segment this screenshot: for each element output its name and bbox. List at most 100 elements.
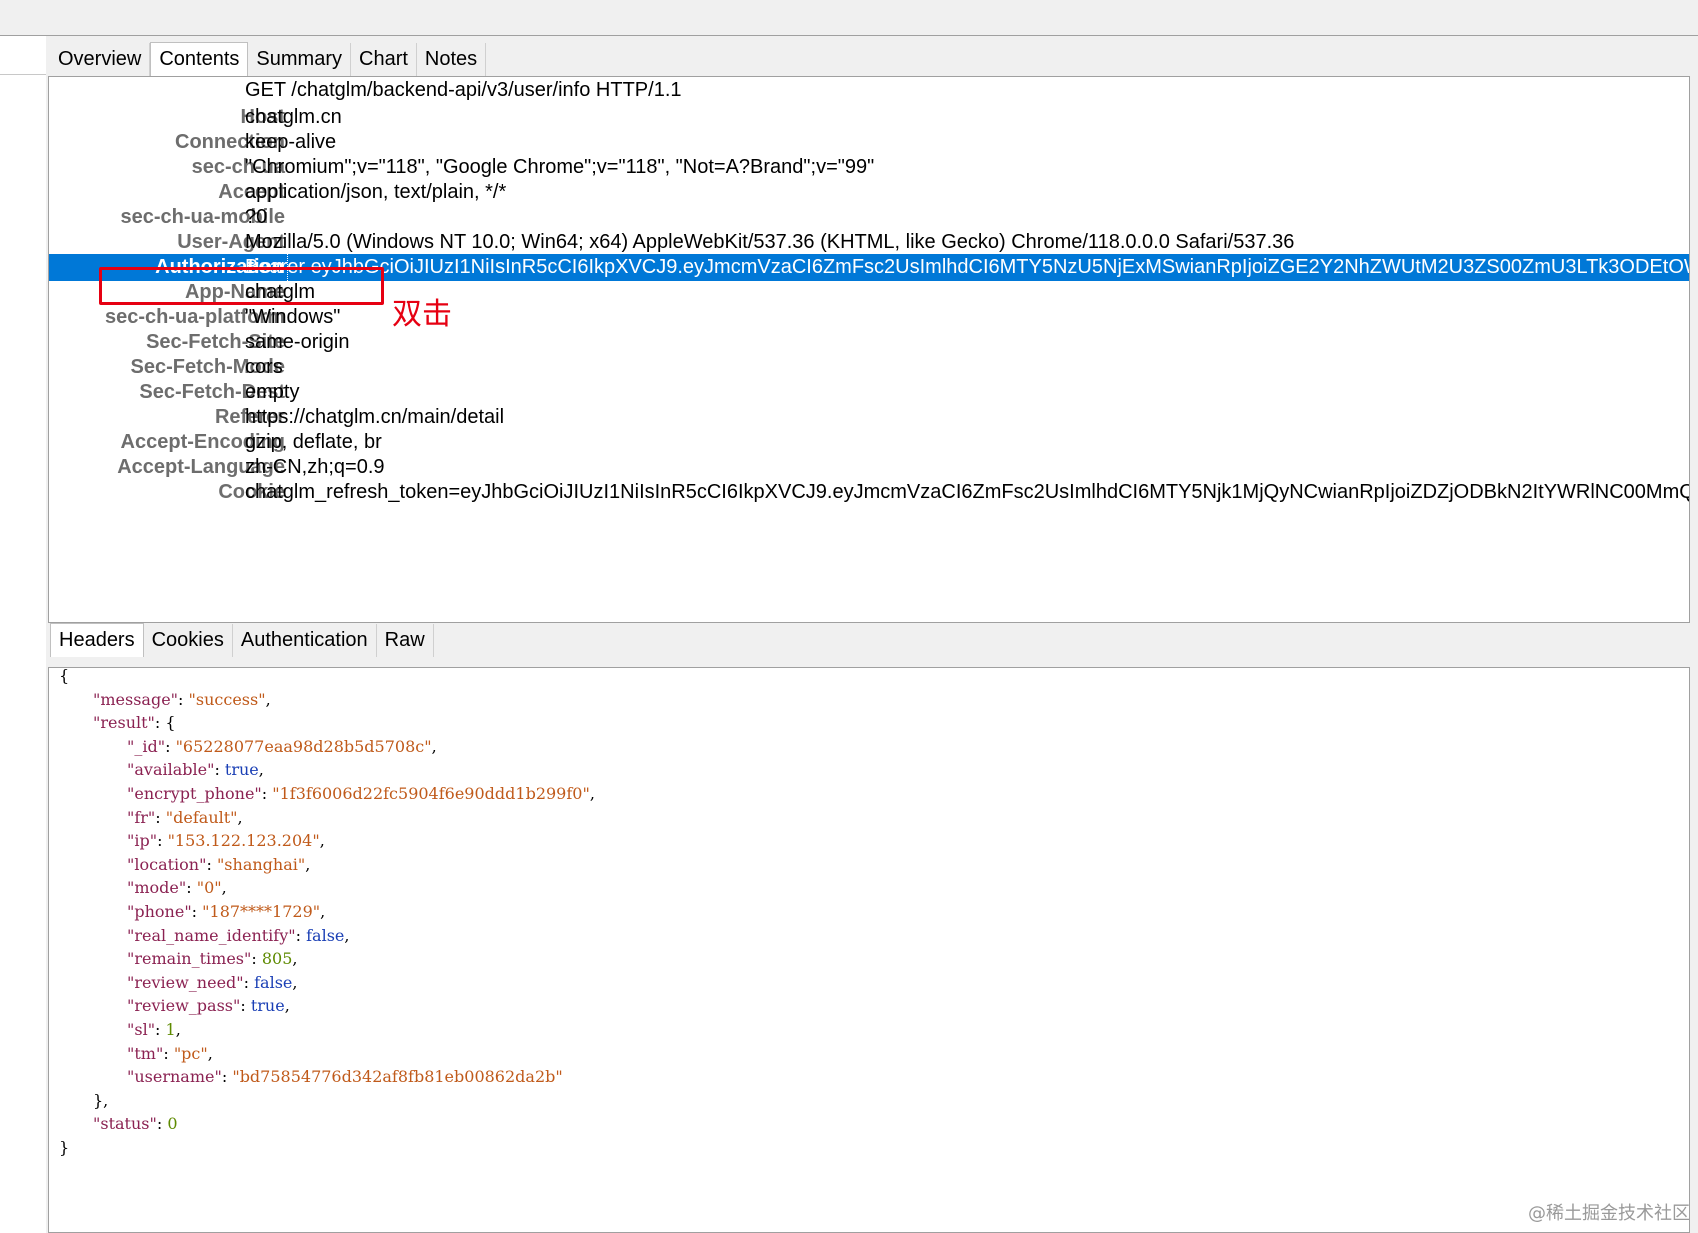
header-value: "Windows": [245, 306, 341, 328]
header-value: application/json, text/plain, */*: [245, 181, 507, 203]
request-headers-panel: GET /chatglm/backend-api/v3/user/info HT…: [48, 76, 1690, 623]
header-value: same-origin: [245, 331, 350, 353]
json-punct: :: [155, 807, 166, 827]
json-punct: :: [155, 1020, 166, 1039]
header-value: chatglm_refresh_token=eyJhbGciOiJIUzI1Ni…: [245, 481, 1690, 503]
header-row-connection[interactable]: Connection keep-alive: [49, 129, 1689, 156]
json-line: "username": "bd75854776d342af8fb81eb0086…: [127, 1064, 563, 1089]
json-punct: :: [295, 925, 307, 945]
json-key: "username": [127, 1067, 222, 1087]
header-row-sec-fetch-mode[interactable]: Sec-Fetch-Mode cors: [49, 354, 1689, 381]
json-line: {: [59, 667, 70, 688]
json-line: "fr": "default",: [127, 805, 243, 830]
json-punct: :: [251, 949, 262, 969]
json-key: "result": [93, 713, 155, 733]
header-row-referer[interactable]: Referer https://chatglm.cn/main/detail: [49, 404, 1689, 431]
json-punct: :: [261, 784, 273, 803]
json-punct: },: [93, 1090, 109, 1110]
request-line-row: GET /chatglm/backend-api/v3/user/info HT…: [49, 77, 1689, 104]
json-punct: ,: [305, 854, 311, 874]
response-json-panel: {"message": "success", "result": {"_id": …: [48, 667, 1690, 1233]
json-value: false: [254, 972, 293, 992]
header-row-cookie[interactable]: Cookie chatglm_refresh_token=eyJhbGciOiJI…: [49, 479, 1689, 506]
json-punct: :: [165, 736, 176, 756]
subtab-authentication[interactable]: Authentication: [232, 624, 377, 657]
request-subtabs: Headers Cookies Authentication Raw: [50, 623, 434, 657]
header-row-accept-language[interactable]: Accept-Language zh-CN,zh;q=0.9: [49, 454, 1689, 481]
json-key: "location": [127, 854, 207, 874]
json-key: "ip": [127, 831, 158, 851]
json-punct: : {: [154, 713, 176, 733]
header-row-sec-fetch-dest[interactable]: Sec-Fetch-Dest empty: [49, 379, 1689, 406]
json-line: "message": "success",: [93, 687, 271, 712]
json-punct: ,: [175, 1020, 181, 1039]
json-value: "65228077eaa98d28b5d5708c": [175, 736, 432, 756]
json-line: "mode": "0",: [127, 875, 227, 900]
json-value: "187****1729": [202, 902, 321, 921]
json-key: "sl": [127, 1020, 156, 1039]
json-key: "tm": [127, 1043, 164, 1063]
header-row-sec-ch-ua[interactable]: sec-ch-ua "Chromium";v="118", "Google Chr…: [49, 154, 1689, 181]
json-punct: ,: [344, 925, 350, 945]
header-row-user-agent[interactable]: User-Agent Mozilla/5.0 (Windows NT 10.0; …: [49, 229, 1689, 256]
json-punct: }: [59, 1138, 70, 1157]
header-value: Mozilla/5.0 (Windows NT 10.0; Win64; x64…: [245, 231, 1295, 253]
header-row-sec-ch-ua-mobile[interactable]: sec-ch-ua-mobile ?0: [49, 204, 1689, 231]
subtab-cookies[interactable]: Cookies: [143, 624, 233, 657]
json-key: "mode": [127, 878, 187, 898]
header-value: empty: [245, 381, 300, 403]
json-value: 1: [165, 1020, 176, 1039]
json-punct: :: [163, 1043, 174, 1063]
json-punct: ,: [221, 878, 227, 898]
json-key: "message": [93, 689, 179, 709]
tab-contents[interactable]: Contents: [150, 42, 249, 76]
json-punct: :: [178, 689, 189, 709]
header-row-sec-fetch-site[interactable]: Sec-Fetch-Site same-origin: [49, 329, 1689, 356]
json-punct: :: [221, 1067, 233, 1087]
header-row-accept-encoding[interactable]: Accept-Encoding gzip, deflate, br: [49, 429, 1689, 456]
json-line: }: [59, 1135, 69, 1160]
json-punct: :: [191, 902, 203, 921]
json-value: false: [306, 925, 345, 945]
json-line: "review_pass": true,: [127, 993, 290, 1018]
json-punct: ,: [292, 972, 298, 992]
json-line: "ip": "153.122.123.204",: [127, 828, 325, 853]
header-row-host[interactable]: Host chatglm.cn: [49, 104, 1689, 131]
json-punct: ,: [207, 1043, 213, 1063]
json-line: "result": {: [93, 710, 176, 735]
json-punct: ,: [431, 736, 437, 756]
watermark: @稀土掘金技术社区: [1528, 1203, 1690, 1224]
json-value: "0": [196, 878, 222, 898]
header-row-sec-ch-ua-platform[interactable]: sec-ch-ua-platform "Windows": [49, 304, 1689, 331]
json-line: },: [93, 1088, 108, 1113]
json-punct: ,: [265, 689, 271, 709]
json-value: true: [250, 996, 285, 1016]
json-punct: {: [59, 667, 70, 685]
json-punct: ,: [319, 831, 325, 851]
json-key: "review_pass": [127, 996, 241, 1016]
json-value: "bd75854776d342af8fb81eb00862da2b": [232, 1067, 563, 1087]
subtab-headers[interactable]: Headers: [50, 623, 144, 657]
json-line: "location": "shanghai",: [127, 852, 310, 877]
json-value: "success": [188, 689, 266, 709]
json-punct: ,: [258, 760, 264, 780]
subtab-raw[interactable]: Raw: [376, 624, 434, 657]
header-value: cors: [245, 356, 283, 378]
header-value: chatglm.cn: [245, 106, 342, 128]
json-line: "phone": "187****1729",: [127, 899, 325, 924]
json-key: "review_need": [127, 972, 244, 992]
json-punct: ,: [237, 807, 243, 827]
tab-summary[interactable]: Summary: [248, 43, 351, 76]
header-row-accept[interactable]: Accept application/json, text/plain, */*: [49, 179, 1689, 206]
annotation-double-click: 双击: [392, 297, 452, 332]
authorization-highlight-box: [99, 267, 384, 305]
json-line: "tm": "pc",: [127, 1041, 213, 1066]
tab-chart[interactable]: Chart: [351, 43, 417, 76]
json-line: "review_need": false,: [127, 970, 297, 995]
toolbar-area: [0, 0, 1698, 36]
request-line: GET /chatglm/backend-api/v3/user/info HT…: [245, 79, 682, 101]
json-key: "phone": [127, 902, 192, 921]
tab-notes[interactable]: Notes: [416, 43, 487, 76]
tab-overview[interactable]: Overview: [50, 43, 151, 76]
json-line: "remain_times": 805,: [127, 946, 298, 971]
